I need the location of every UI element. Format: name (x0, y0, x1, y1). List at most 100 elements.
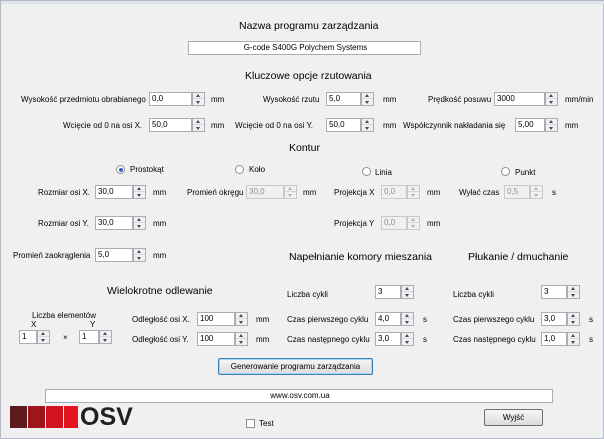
rinse-first-spinner[interactable] (567, 312, 580, 326)
spin-down-icon[interactable] (193, 99, 204, 105)
round-radius-spinner[interactable] (133, 248, 146, 262)
rinse-next-spinner[interactable] (567, 332, 580, 346)
spin-down-icon[interactable] (568, 292, 579, 298)
circle-radius-input[interactable]: 30,0 (246, 185, 284, 199)
spin-down-icon[interactable] (408, 223, 419, 229)
cuty-input[interactable]: 50,0 (326, 118, 361, 132)
cutx-input[interactable]: 50,0 (149, 118, 192, 132)
main-window: Nazwa programu zarządzania G-code S400G … (0, 0, 604, 439)
throw-spinner[interactable] (361, 92, 374, 106)
projx-spinner[interactable] (407, 185, 420, 199)
contour-heading: Kontur (289, 142, 320, 154)
rinse-next-input[interactable]: 1,0 (541, 332, 567, 346)
spin-down-icon[interactable] (362, 99, 373, 105)
sizey-spinner[interactable] (133, 216, 146, 230)
generate-button[interactable]: Generowanie programu zarządzania (218, 358, 373, 375)
disty-unit: mm (256, 335, 270, 344)
cutx-label: Wcięcie od 0 na osi X. (63, 121, 143, 130)
spin-down-icon[interactable] (546, 99, 557, 105)
cutx-spinner[interactable] (192, 118, 205, 132)
disty-spinner[interactable] (235, 332, 248, 346)
fill-first-input[interactable]: 4,0 (375, 312, 401, 326)
spin-down-icon[interactable] (134, 192, 145, 198)
circle-radius-spinner[interactable] (284, 185, 297, 199)
distx-input[interactable]: 100 (197, 312, 235, 326)
fill-first-label: Czas pierwszego cyklu (287, 315, 369, 324)
projx-input[interactable]: 0,0 (381, 185, 407, 199)
height-input[interactable]: 0,0 (149, 92, 192, 106)
radio-circle[interactable] (235, 165, 244, 174)
spin-down-icon[interactable] (193, 125, 204, 131)
radio-point[interactable] (501, 167, 510, 176)
fill-heading: Napełnianie komory mieszania (289, 251, 432, 263)
spin-down-icon[interactable] (285, 192, 296, 198)
spin-down-icon[interactable] (568, 319, 579, 325)
spin-down-icon[interactable] (236, 319, 247, 325)
projy-unit: mm (427, 219, 441, 228)
height-spinner[interactable] (192, 92, 205, 106)
exit-button[interactable]: Wyjść (484, 409, 543, 426)
website-field[interactable]: www.osv.com.ua (45, 389, 553, 403)
off-time-input[interactable]: 0,5 (504, 185, 530, 199)
spin-down-icon[interactable] (236, 339, 247, 345)
off-time-spinner[interactable] (530, 185, 543, 199)
round-radius-unit: mm (153, 251, 167, 260)
radio-line[interactable] (362, 167, 371, 176)
spin-down-icon[interactable] (402, 292, 413, 298)
count-x-label: X (31, 320, 37, 329)
distx-unit: mm (256, 315, 270, 324)
rinse-cycles-input[interactable]: 3 (541, 285, 567, 299)
throw-unit: mm (383, 95, 397, 104)
rinse-cycles-spinner[interactable] (567, 285, 580, 299)
spin-down-icon[interactable] (38, 337, 49, 343)
count-x-input[interactable]: 1 (19, 330, 37, 344)
spin-down-icon[interactable] (134, 255, 145, 261)
spin-down-icon[interactable] (134, 223, 145, 229)
sizex-label: Rozmiar osi X. (38, 188, 91, 197)
overlap-unit: mm (565, 121, 579, 130)
spin-down-icon[interactable] (402, 319, 413, 325)
overlap-spinner[interactable] (545, 118, 558, 132)
fill-cycles-input[interactable]: 3 (375, 285, 401, 299)
fill-next-input[interactable]: 3,0 (375, 332, 401, 346)
cuty-spinner[interactable] (361, 118, 374, 132)
fill-next-spinner[interactable] (401, 332, 414, 346)
radio-rectangle[interactable] (116, 165, 125, 174)
test-checkbox[interactable] (246, 419, 255, 428)
program-name-input[interactable]: G-code S400G Polychem Systems (188, 41, 421, 55)
sizex-spinner[interactable] (133, 185, 146, 199)
spin-down-icon[interactable] (546, 125, 557, 131)
projy-input[interactable]: 0,0 (381, 216, 407, 230)
times-sign: × (63, 333, 68, 342)
spin-down-icon[interactable] (531, 192, 542, 198)
projy-spinner[interactable] (407, 216, 420, 230)
disty-input[interactable]: 100 (197, 332, 235, 346)
throw-input[interactable]: 5,0 (326, 92, 361, 106)
fill-first-unit: s (423, 315, 427, 324)
feed-input[interactable]: 3000 (494, 92, 545, 106)
rinse-first-input[interactable]: 3,0 (541, 312, 567, 326)
sizex-input[interactable]: 30,0 (95, 185, 133, 199)
spin-down-icon[interactable] (568, 339, 579, 345)
count-y-label: Y (90, 320, 96, 329)
radio-rectangle-label: Prostokąt (130, 165, 164, 174)
distx-label: Odległość osi X. (132, 315, 190, 324)
projy-label: Projekcja Y (334, 219, 375, 228)
sizey-input[interactable]: 30,0 (95, 216, 133, 230)
count-y-spinner[interactable] (99, 330, 112, 344)
spin-down-icon[interactable] (100, 337, 111, 343)
radio-point-label: Punkt (515, 168, 536, 177)
multi-heading: Wielokrotne odlewanie (107, 285, 213, 297)
fill-cycles-spinner[interactable] (401, 285, 414, 299)
feed-spinner[interactable] (545, 92, 558, 106)
distx-spinner[interactable] (235, 312, 248, 326)
count-x-spinner[interactable] (37, 330, 50, 344)
count-y-input[interactable]: 1 (79, 330, 99, 344)
overlap-input[interactable]: 5,00 (515, 118, 545, 132)
spin-down-icon[interactable] (402, 339, 413, 345)
spin-down-icon[interactable] (408, 192, 419, 198)
fill-first-spinner[interactable] (401, 312, 414, 326)
logo-block-2 (28, 406, 45, 428)
spin-down-icon[interactable] (362, 125, 373, 131)
round-radius-input[interactable]: 5,0 (95, 248, 133, 262)
